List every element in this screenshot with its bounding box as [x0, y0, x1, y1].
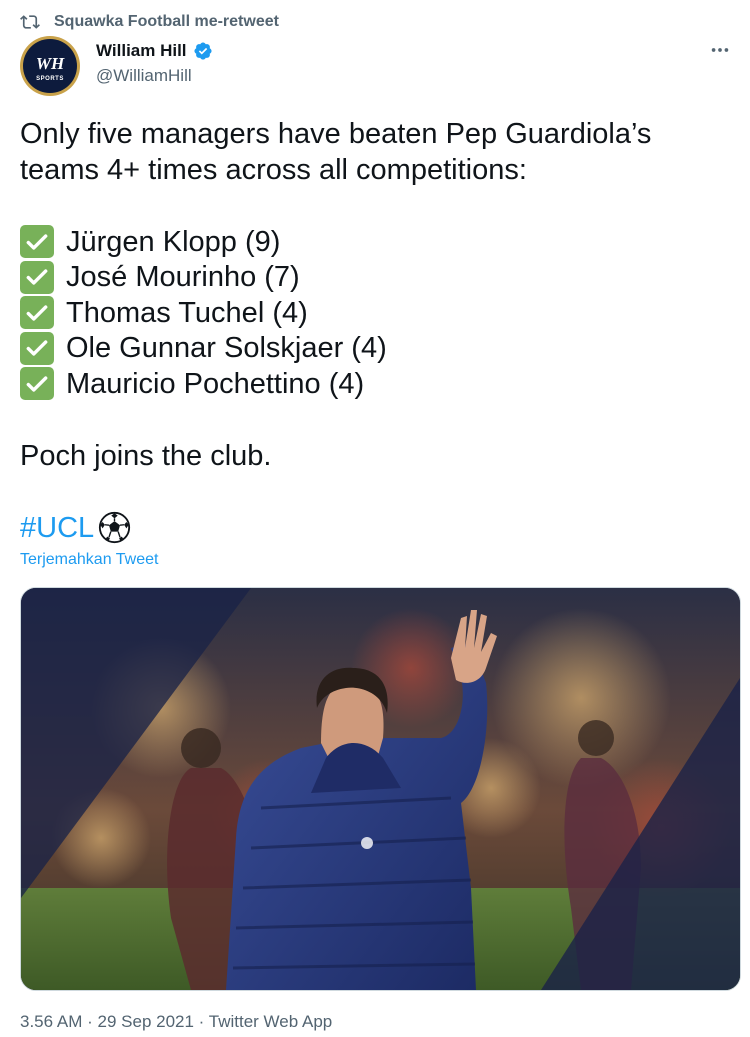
tweet-meta: 3.56 AM · 29 Sep 2021 · Twitter Web App [20, 1012, 332, 1032]
translate-tweet-link[interactable]: Terjemahkan Tweet [20, 551, 158, 569]
check-mark-icon [20, 225, 54, 259]
meta-separator: · [87, 1012, 93, 1031]
author-name[interactable]: William Hill [96, 40, 213, 62]
check-mark-icon [20, 331, 54, 365]
list-item: Thomas Tuchel (4) [20, 295, 735, 331]
list-item-text: Mauricio Pochettino (4) [66, 367, 365, 400]
check-mark-icon [20, 367, 54, 401]
tweet-photo[interactable] [20, 587, 741, 991]
hashtag-link[interactable]: #UCL [20, 510, 94, 546]
list-item: Jürgen Klopp (9) [20, 224, 735, 260]
tweet-closing: Poch joins the club. [20, 439, 272, 472]
check-mark-icon [20, 296, 54, 330]
list-item: José Mourinho (7) [20, 260, 735, 296]
retweet-context[interactable]: Squawka Football me-retweet [20, 11, 279, 33]
tweet-date[interactable]: 29 Sep 2021 [98, 1012, 194, 1031]
author-block: William Hill @WilliamHill [96, 40, 213, 86]
list-item: Ole Gunnar Solskjaer (4) [20, 331, 735, 367]
tweet-card[interactable]: Squawka Football me-retweet WH SPORTS Wi… [0, 0, 750, 1037]
verified-badge-icon [193, 42, 212, 60]
author-handle[interactable]: @WilliamHill [96, 66, 213, 86]
list-item-text: Thomas Tuchel (4) [66, 296, 308, 329]
list-item: Mauricio Pochettino (4) [20, 366, 735, 402]
tweet-intro: Only five managers have beaten Pep Guard… [20, 118, 652, 186]
avatar-logo-subtext: SPORTS [36, 75, 64, 82]
photo-manager-waving [21, 588, 740, 990]
tweet-time[interactable]: 3.56 AM [20, 1012, 82, 1031]
more-options-button[interactable] [706, 36, 734, 64]
more-options-icon [711, 48, 729, 52]
tweet-source: Twitter Web App [208, 1012, 333, 1031]
author-name-text: William Hill [96, 41, 187, 60]
tweet-text: Only five managers have beaten Pep Guard… [20, 116, 735, 546]
check-mark-icon [20, 260, 54, 294]
list-item-text: Jürgen Klopp (9) [66, 225, 281, 258]
avatar-logo: WH SPORTS [23, 39, 77, 93]
meta-separator: · [198, 1012, 205, 1031]
retweet-label: Squawka Football me-retweet [54, 13, 279, 30]
list-item-text: Ole Gunnar Solskjaer (4) [66, 332, 387, 365]
avatar[interactable]: WH SPORTS [20, 36, 80, 96]
list-item-text: José Mourinho (7) [66, 261, 300, 294]
avatar-logo-text: WH [35, 53, 65, 73]
retweet-icon [20, 15, 40, 29]
soccer-ball-icon [99, 511, 131, 544]
hashtag-line: #UCL [20, 510, 735, 546]
